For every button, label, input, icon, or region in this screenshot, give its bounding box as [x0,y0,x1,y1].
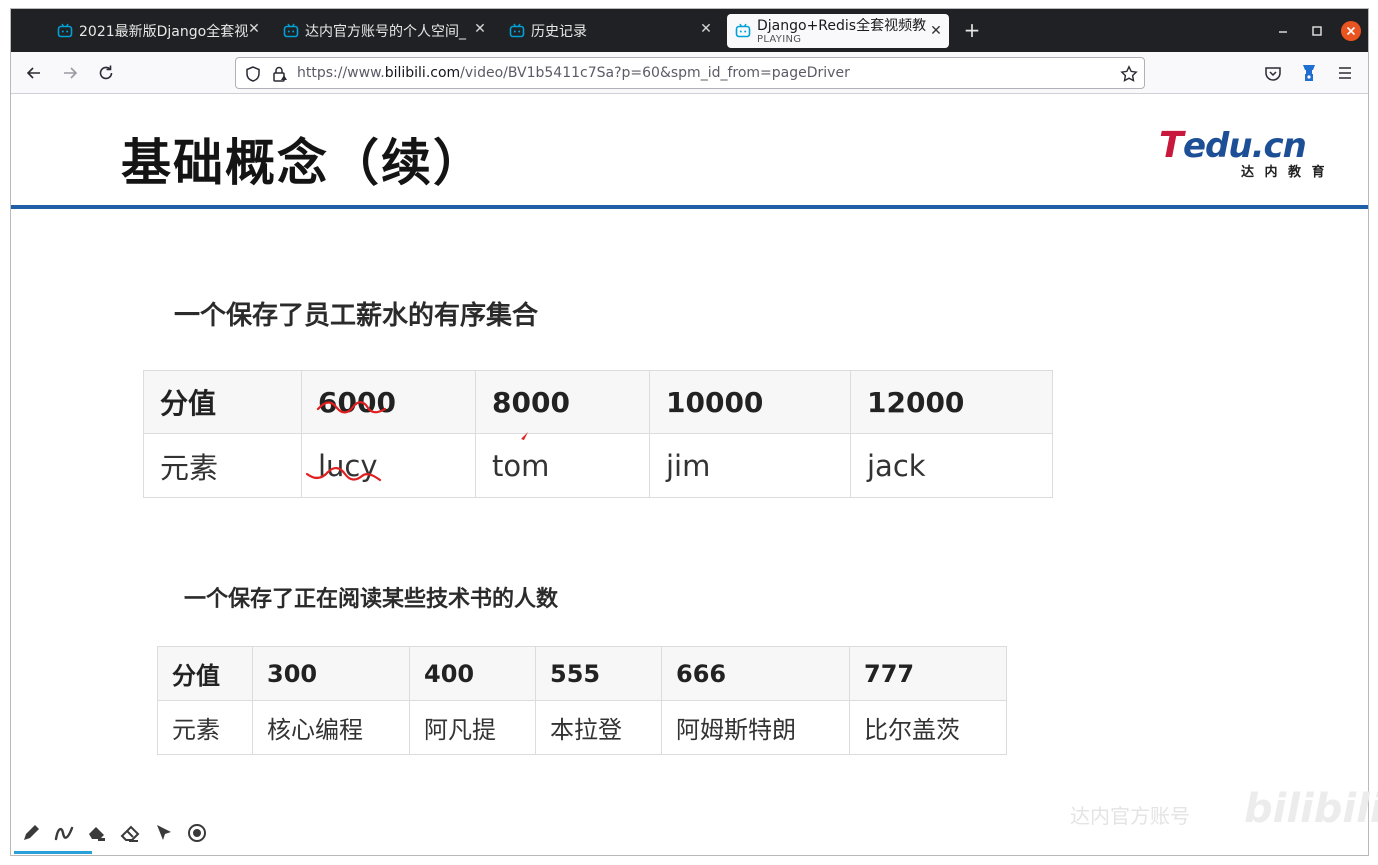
uploader-watermark: 达内官方账号 [1070,804,1190,828]
bilibili-tab-icon [509,23,525,38]
eraser-icon[interactable] [119,822,141,844]
reload-icon[interactable] [96,63,116,83]
table-cell: 555 [535,646,662,701]
table-row: 元素 lucy tom jim jack [143,433,1053,498]
tab-redis-course-active[interactable]: Django+Redis全套视频教 PLAYING ✕ [727,14,949,48]
url-prefix: https://www. [297,65,385,81]
tab-title: 2021最新版Django全套视 [79,24,249,40]
record-icon[interactable] [186,822,208,844]
svg-text:edu.cn: edu.cn [1183,126,1306,166]
table-cell: 6000 [301,370,476,434]
table-row: 元素 核心编程 阿凡提 本拉登 阿姆斯特朗 比尔盖茨 [157,700,1007,755]
bilibili-watermark-logo: bilibili [1244,786,1378,832]
tab-title: 历史记录 [531,24,587,40]
table-cell: 10000 [649,370,851,434]
section-heading-salary: 一个保存了员工薪水的有序集合 [174,301,539,331]
close-tab-icon[interactable]: ✕ [247,22,261,36]
pocket-icon[interactable] [1263,63,1283,83]
window-close-icon[interactable] [1341,21,1361,41]
close-tab-icon[interactable]: ✕ [929,24,943,38]
salary-sorted-set-table: 分值 6000 8000 10000 12000 元素 lucy tom jim… [143,370,1053,498]
highlighter-icon[interactable] [86,822,108,844]
table-cell: 400 [409,646,536,701]
table-cell: 12000 [850,370,1053,434]
table-cell: 元素 [157,700,253,755]
close-tab-icon[interactable]: ✕ [473,22,487,36]
table-cell: lucy [301,433,476,498]
table-cell: jim [649,433,851,498]
url-text[interactable]: https://www.bilibili.com/video/BV1b5411c… [297,65,850,81]
table-cell: 阿凡提 [409,700,536,755]
table-cell: 阿姆斯特朗 [661,700,850,755]
url-bar[interactable]: https://www.bilibili.com/video/BV1b5411c… [235,57,1145,89]
svg-text:达 内 教 育: 达 内 教 育 [1241,164,1324,180]
table-cell: jack [850,433,1053,498]
tedu-logo: T edu.cn 达 内 教 育 [1159,125,1324,180]
table-cell: 8000 [475,370,650,434]
forward-icon[interactable] [60,63,80,83]
new-tab-button[interactable]: + [961,19,983,41]
table-cell: 元素 [143,433,302,498]
url-path: /video/BV1b5411c7Sa?p=60&spm_id_from=pag… [460,65,850,81]
table-row: 分值 300 400 555 666 777 [157,646,1007,701]
video-slide: 基础概念（续） T edu.cn 达 内 教 育 一个保存了员工薪水的有序集合 … [11,95,1368,855]
extension-icon[interactable] [1299,63,1319,83]
table-cell: tom [475,433,650,498]
table-cell: 777 [849,646,1007,701]
tool-progress-indicator [14,851,92,854]
navigation-toolbar: https://www.bilibili.com/video/BV1b5411c… [11,52,1368,94]
tab-django-course[interactable]: 2021最新版Django全套视 ✕ [57,14,267,48]
table-cell: 核心编程 [252,700,410,755]
pen-icon[interactable] [20,822,42,844]
tab-strip: 2021最新版Django全套视 ✕ 达内官方账号的个人空间_ ✕ 历史记录 ✕… [11,9,1368,52]
bilibili-tab-icon [57,23,73,38]
bilibili-tab-icon [735,23,751,38]
table-cell: 666 [661,646,850,701]
header-divider [11,205,1368,209]
close-tab-icon[interactable]: ✕ [699,22,713,36]
table-cell: 本拉登 [535,700,662,755]
shield-icon[interactable] [244,65,262,83]
table-cell: 300 [252,646,410,701]
tab-tedu-space[interactable]: 达内官方账号的个人空间_ ✕ [283,14,493,48]
table-cell: 分值 [143,370,302,434]
tab-label-group: Django+Redis全套视频教 PLAYING [757,18,927,45]
lock-icon[interactable] [270,65,288,83]
pointer-icon[interactable] [153,822,175,844]
table-cell: 分值 [157,646,253,701]
browser-window: 2021最新版Django全套视 ✕ 达内官方账号的个人空间_ ✕ 历史记录 ✕… [10,8,1369,856]
minimize-icon[interactable] [1273,21,1293,41]
url-host: bilibili.com [384,65,461,81]
menu-icon[interactable] [1335,63,1355,83]
section-heading-readers: 一个保存了正在阅读某些技术书的人数 [184,587,559,612]
table-row: 分值 6000 8000 10000 12000 [143,370,1053,434]
table-cell: 比尔盖茨 [849,700,1007,755]
tab-title: Django+Redis全套视频教 [757,17,927,34]
bilibili-tab-icon [283,23,299,38]
curve-icon[interactable] [53,822,75,844]
slide-title: 基础概念（续） [121,134,485,192]
tab-history[interactable]: 历史记录 ✕ [509,14,719,48]
readers-sorted-set-table: 分值 300 400 555 666 777 元素 核心编程 阿凡提 本拉登 阿… [157,646,1007,755]
tab-playing-indicator: PLAYING [757,33,802,45]
bookmark-star-icon[interactable] [1120,65,1138,83]
maximize-icon[interactable] [1307,21,1327,41]
back-icon[interactable] [24,63,44,83]
tab-title: 达内官方账号的个人空间_ [305,24,466,40]
svg-text:T: T [1159,125,1186,166]
